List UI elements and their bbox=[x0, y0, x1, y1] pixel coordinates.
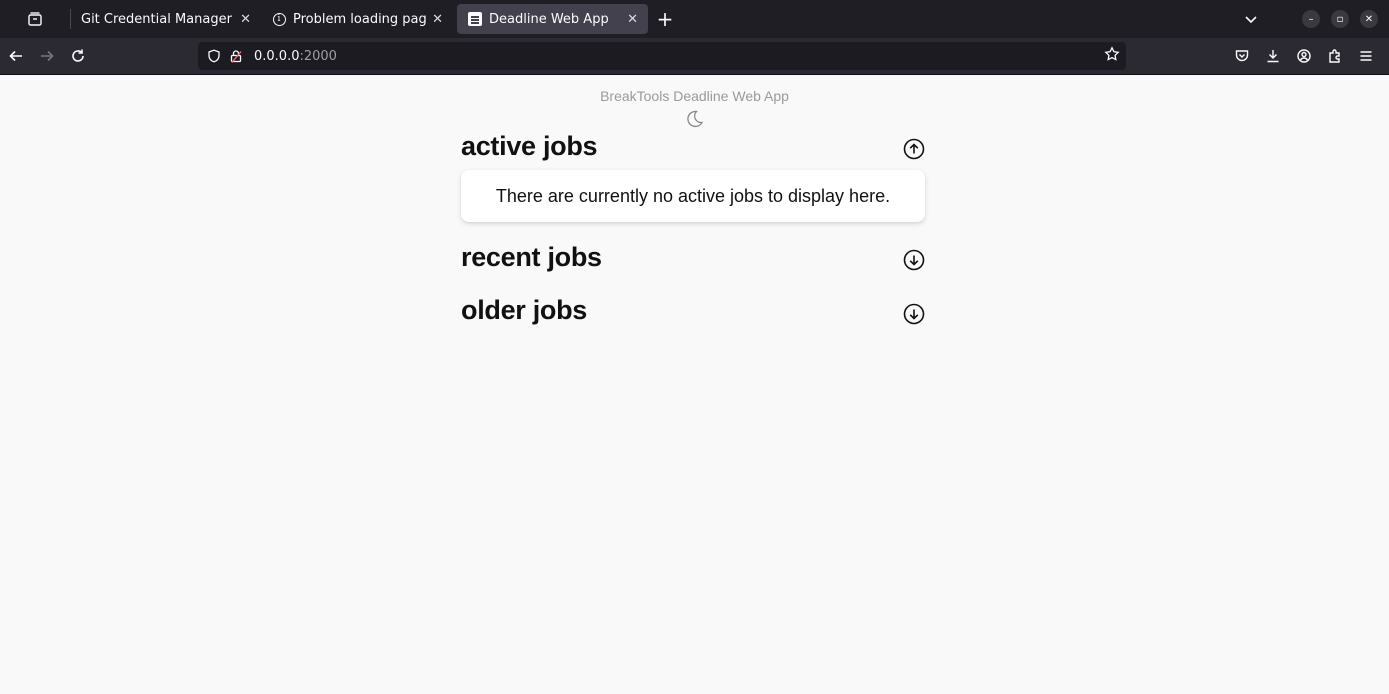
maximize-window-icon[interactable]: ▫ bbox=[1331, 10, 1349, 28]
active-jobs-empty-card: There are currently no active jobs to di… bbox=[461, 170, 925, 222]
info-icon: i bbox=[271, 11, 287, 27]
page-content: BreakTools Deadline Web App active jobs … bbox=[0, 75, 1389, 694]
recent-jobs-heading: recent jobs bbox=[461, 242, 602, 272]
reload-icon[interactable] bbox=[62, 41, 93, 71]
browser-tab-bar: Git Credential Manager - Aut ✕ i Problem… bbox=[0, 0, 1389, 38]
menu-hamburger-icon[interactable] bbox=[1350, 41, 1381, 71]
forward-arrow-icon[interactable] bbox=[31, 41, 62, 71]
tab-git-credential-manager[interactable]: Git Credential Manager - Aut ✕ bbox=[71, 4, 261, 34]
tracking-shield-icon[interactable] bbox=[204, 46, 224, 66]
minimize-window-icon[interactable]: – bbox=[1302, 10, 1320, 28]
pocket-icon[interactable] bbox=[1226, 41, 1257, 71]
url-port: :2000 bbox=[299, 48, 337, 64]
firefox-view-icon[interactable] bbox=[0, 0, 70, 38]
insecure-lock-icon[interactable] bbox=[226, 46, 246, 66]
active-jobs-heading: active jobs bbox=[461, 131, 598, 161]
downloads-icon[interactable] bbox=[1257, 41, 1288, 71]
tab-title: Problem loading page bbox=[293, 11, 427, 27]
page-favicon-icon bbox=[467, 11, 483, 27]
arrow-down-circle-icon[interactable] bbox=[903, 249, 925, 271]
tab-title: Deadline Web App bbox=[489, 11, 609, 27]
tab-title: Git Credential Manager - Aut bbox=[81, 11, 234, 27]
url-host: 0.0.0.0 bbox=[254, 48, 300, 64]
list-all-tabs-chevron-icon[interactable] bbox=[1236, 12, 1266, 26]
older-jobs-section: older jobs bbox=[461, 295, 925, 329]
moon-icon[interactable] bbox=[683, 108, 705, 130]
back-arrow-icon[interactable] bbox=[0, 41, 31, 71]
tab-problem-loading-page[interactable]: i Problem loading page ✕ bbox=[261, 4, 453, 34]
recent-jobs-section: recent jobs bbox=[461, 242, 925, 276]
app-title: BreakTools Deadline Web App bbox=[600, 88, 789, 104]
bookmark-star-icon[interactable] bbox=[1104, 46, 1120, 66]
arrow-up-circle-icon[interactable] bbox=[903, 138, 925, 160]
close-tab-icon[interactable]: ✕ bbox=[432, 12, 443, 27]
new-tab-plus-icon[interactable]: + bbox=[648, 4, 682, 34]
close-tab-icon[interactable]: ✕ bbox=[627, 12, 638, 27]
close-window-icon[interactable]: ✕ bbox=[1360, 10, 1378, 28]
url-text: 0.0.0.0:2000 bbox=[254, 49, 337, 64]
account-icon[interactable] bbox=[1288, 41, 1319, 71]
empty-message: There are currently no active jobs to di… bbox=[495, 185, 891, 206]
browser-nav-bar: 0.0.0.0:2000 bbox=[0, 38, 1389, 75]
close-tab-icon[interactable]: ✕ bbox=[240, 12, 251, 27]
active-jobs-section: active jobs bbox=[461, 131, 925, 165]
url-bar[interactable]: 0.0.0.0:2000 bbox=[198, 42, 1126, 70]
tab-deadline-web-app[interactable]: Deadline Web App ✕ bbox=[457, 4, 648, 34]
older-jobs-heading: older jobs bbox=[461, 295, 588, 325]
arrow-down-circle-icon[interactable] bbox=[903, 303, 925, 325]
extensions-icon[interactable] bbox=[1319, 41, 1350, 71]
